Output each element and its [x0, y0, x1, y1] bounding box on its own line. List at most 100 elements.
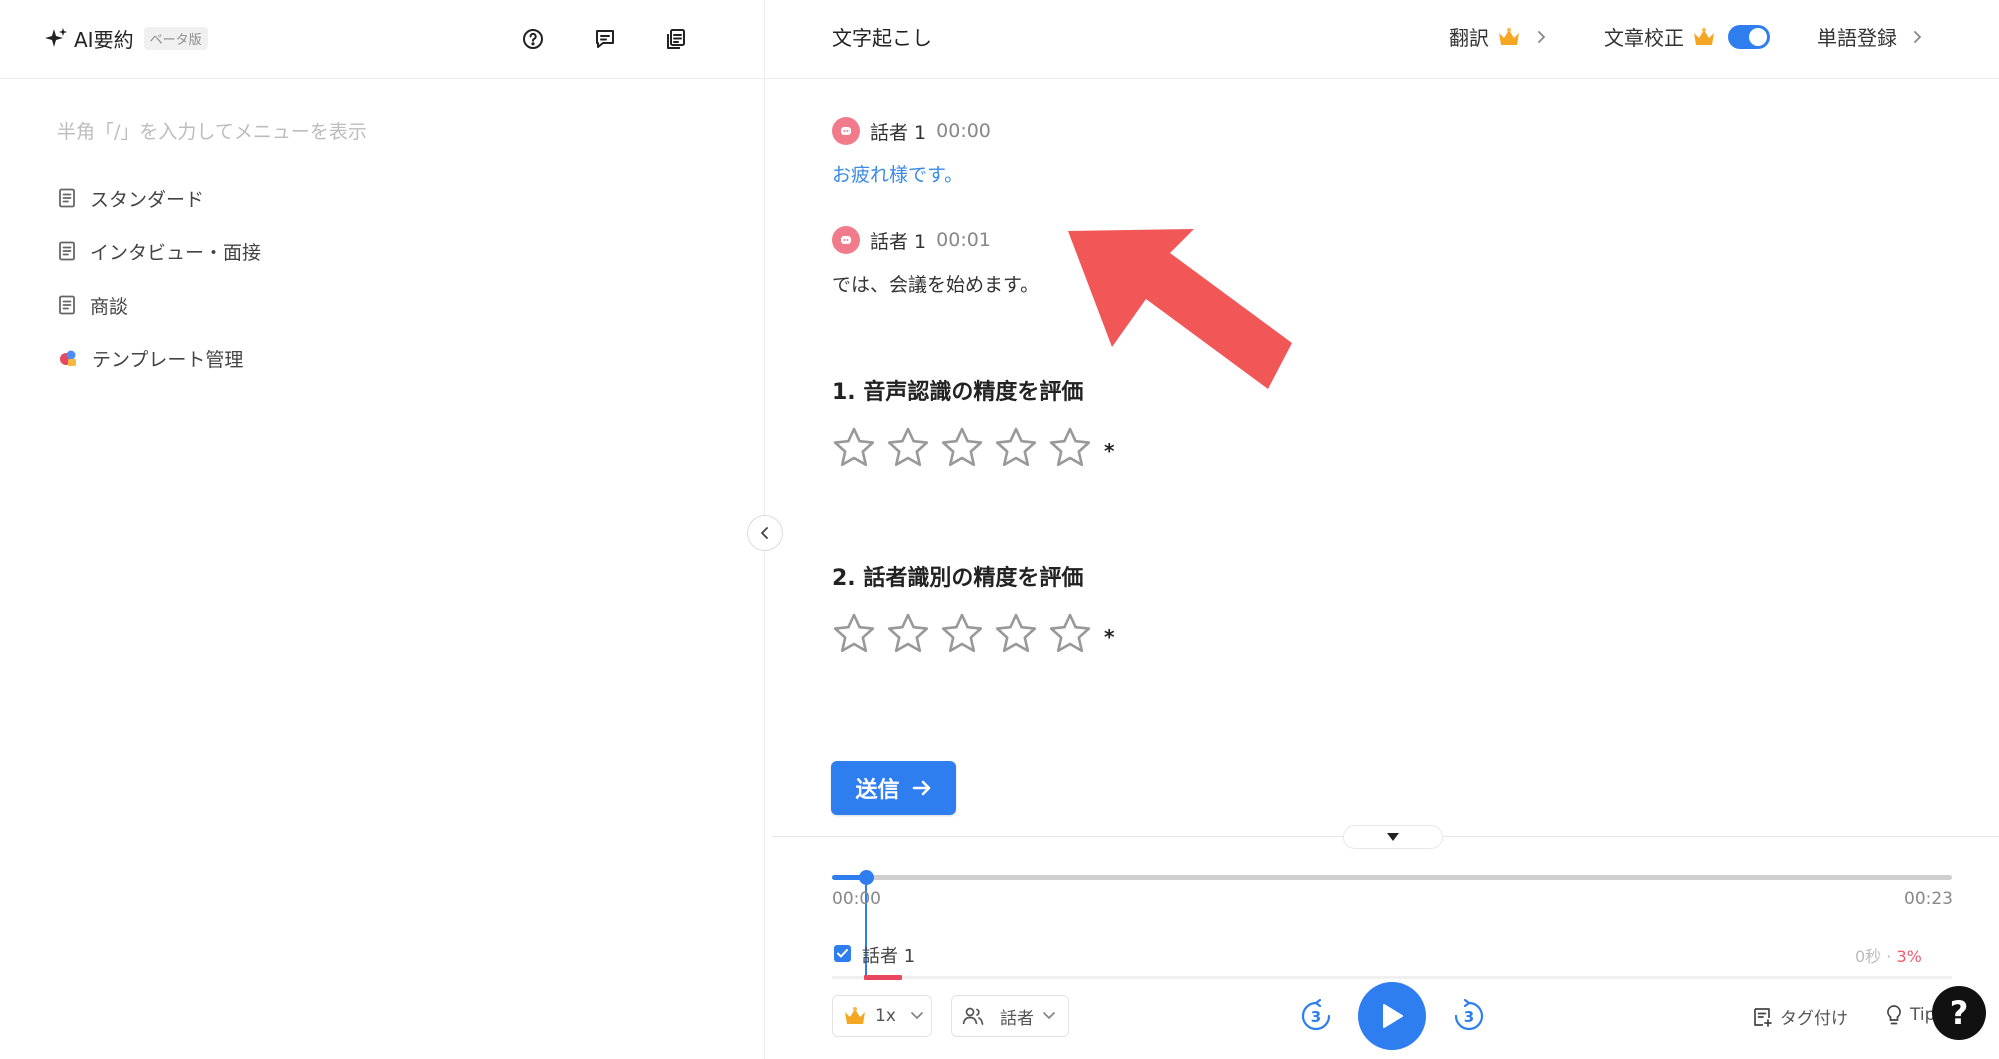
translate-option[interactable]: 翻訳: [1449, 22, 1547, 51]
dictionary-label: 単語登録: [1817, 26, 1897, 50]
star-icon[interactable]: [992, 610, 1040, 658]
template-label: 商談: [90, 295, 129, 318]
copy-icon[interactable]: [661, 24, 691, 54]
caret-down-icon: [1385, 832, 1401, 842]
template-label: インタビュー・面接: [90, 241, 262, 264]
tag-label: タグ付け: [1780, 1009, 1848, 1029]
template-sales[interactable]: 商談: [58, 288, 128, 322]
star-icon[interactable]: [1046, 424, 1094, 472]
tag-button[interactable]: タグ付け: [1752, 1004, 1848, 1029]
play-button[interactable]: [1358, 982, 1426, 1050]
users-icon: [962, 1006, 984, 1026]
ai-summary-label: AI要約: [74, 27, 134, 52]
annotation-arrow-icon: [1060, 225, 1300, 395]
template-interview[interactable]: インタビュー・面接: [58, 234, 261, 268]
speaker-track-label: 話者 1: [862, 946, 916, 967]
star-icon[interactable]: [992, 424, 1040, 472]
speed-select[interactable]: 1x: [832, 995, 932, 1037]
transcript-title: 文字起こし: [832, 26, 932, 50]
skip-forward-button[interactable]: 3: [1451, 998, 1487, 1034]
beta-badge: ベータ版: [143, 26, 208, 50]
translate-label: 翻訳: [1449, 26, 1489, 50]
feedback-message-icon[interactable]: [590, 24, 620, 54]
chevron-left-icon: [758, 526, 772, 540]
transcript-text-active[interactable]: お疲れ様です。: [832, 160, 963, 187]
speaker-avatar: [832, 117, 860, 145]
speaker-name[interactable]: 話者 1: [870, 227, 926, 254]
menu-hint-placeholder[interactable]: 半角「/」を入力してメニューを表示: [57, 117, 367, 144]
total-time: 00:23: [1904, 889, 1953, 909]
star-icon[interactable]: [938, 424, 986, 472]
collapse-panel-button[interactable]: [747, 515, 783, 551]
template-manage[interactable]: テンプレート管理: [58, 341, 243, 375]
chevron-down-icon: [910, 1011, 924, 1021]
star-rating: *: [830, 420, 1114, 476]
player-collapse-button[interactable]: [1343, 825, 1443, 849]
speaker-checkbox[interactable]: [834, 945, 851, 962]
progress-track[interactable]: [832, 875, 1952, 880]
tips-label: Tips: [1910, 1005, 1934, 1025]
transcript-header: [765, 0, 1999, 79]
template-label: テンプレート管理: [92, 348, 244, 371]
summary-panel: [0, 0, 765, 1059]
chevron-down-icon: [1042, 1011, 1056, 1021]
submit-label: 送信: [855, 778, 900, 803]
skip-forward-seconds: 3: [1463, 1008, 1475, 1026]
transcript-text[interactable]: では、会議を始めます。: [832, 270, 1039, 297]
transcript-segment-header: 話者 1 00:01: [832, 225, 991, 255]
stats-separator: ·: [1886, 947, 1892, 966]
speaker-timeline-track: [832, 976, 1952, 979]
arrow-right-icon: [912, 779, 932, 797]
document-icon: [58, 188, 76, 208]
star-rating: *: [830, 606, 1114, 662]
skip-back-seconds: 3: [1310, 1008, 1322, 1026]
segment-timestamp[interactable]: 00:01: [936, 229, 991, 251]
speed-value: 1x: [875, 1006, 896, 1026]
skip-back-button[interactable]: 3: [1298, 998, 1334, 1034]
rating-question-title: 1. 音声認識の精度を評価: [832, 380, 1084, 405]
crown-icon: [1497, 27, 1521, 47]
proofread-label: 文章校正: [1604, 26, 1684, 50]
crown-icon: [843, 1006, 867, 1026]
star-icon[interactable]: [830, 424, 878, 472]
rating-question-title: 2. 話者識別の精度を評価: [832, 566, 1084, 591]
star-icon[interactable]: [830, 610, 878, 658]
speaker-timeline-segment[interactable]: [864, 975, 902, 980]
star-icon[interactable]: [938, 610, 986, 658]
submit-button[interactable]: 送信: [831, 761, 956, 815]
lightbulb-icon: [1884, 1004, 1904, 1026]
document-icon: [58, 295, 76, 315]
current-time: 00:00: [832, 889, 881, 909]
proofread-toggle[interactable]: [1728, 24, 1770, 49]
speaker-filter-select[interactable]: 話者: [951, 995, 1069, 1037]
template-standard[interactable]: スタンダード: [58, 181, 204, 215]
ai-summary-title: AI要約 ベータ版: [44, 22, 208, 54]
template-manage-icon: [58, 348, 78, 368]
segment-timestamp[interactable]: 00:00: [936, 120, 991, 142]
speaker-percent: 3%: [1896, 947, 1922, 966]
sparkle-icon: [44, 26, 68, 50]
rewind-icon: 3: [1298, 998, 1334, 1034]
crown-icon: [1692, 27, 1716, 47]
dictionary-option[interactable]: 単語登録: [1817, 22, 1923, 51]
chevron-right-icon: [1535, 29, 1547, 45]
speaker-filter-label: 話者: [1000, 1008, 1034, 1029]
help-circle-icon[interactable]: [518, 24, 548, 54]
transcript-segment-header: 話者 1 00:00: [832, 116, 991, 146]
play-icon: [1379, 1002, 1405, 1030]
tips-button[interactable]: Tips: [1884, 1004, 1934, 1026]
help-fab-button[interactable]: ?: [1932, 986, 1986, 1040]
speaker-name[interactable]: 話者 1: [870, 118, 926, 145]
star-icon[interactable]: [1046, 610, 1094, 658]
chevron-right-icon: [1911, 29, 1923, 45]
speaker-stats: 0秒 · 3%: [1855, 943, 1922, 967]
required-marker: *: [1104, 439, 1115, 463]
document-icon: [58, 241, 76, 261]
required-marker: *: [1104, 625, 1115, 649]
star-icon[interactable]: [884, 610, 932, 658]
proofread-option: 文章校正: [1604, 22, 1770, 51]
speaker-seconds: 0秒: [1855, 947, 1882, 966]
fast-forward-icon: 3: [1451, 998, 1487, 1034]
star-icon[interactable]: [884, 424, 932, 472]
template-label: スタンダード: [90, 188, 205, 211]
